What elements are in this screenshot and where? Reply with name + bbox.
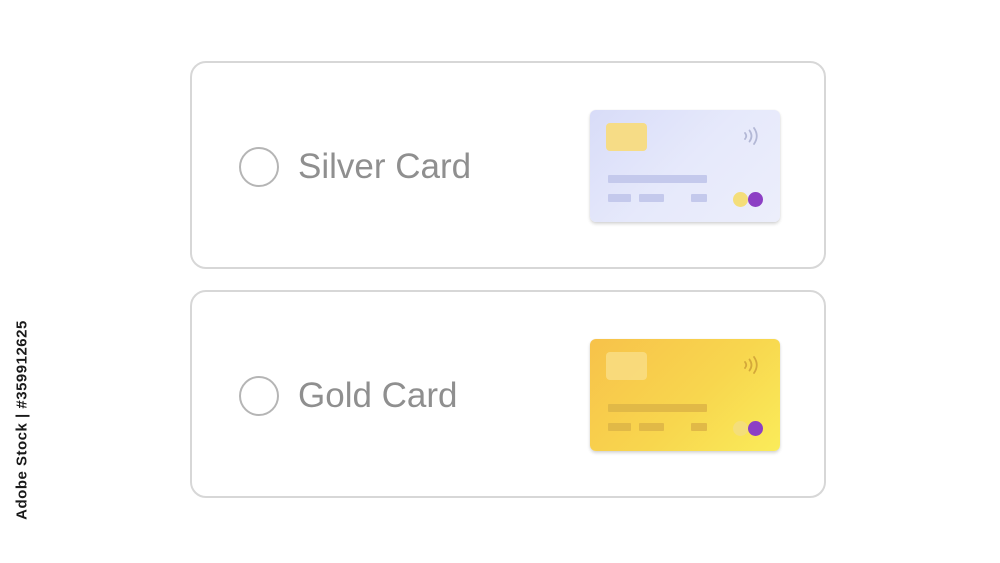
card-detail-bar <box>608 423 631 431</box>
card-network-logo-icon <box>748 192 763 207</box>
card-number-bar <box>608 175 707 183</box>
card-detail-bar <box>639 194 664 202</box>
contactless-icon <box>744 127 758 145</box>
card-detail-bar <box>639 423 664 431</box>
silver-card-label: Silver Card <box>298 147 472 186</box>
gold-card-image <box>590 339 780 451</box>
card-detail-bar <box>691 423 707 431</box>
gold-card-radio[interactable] <box>239 376 279 416</box>
silver-card-image <box>590 110 780 222</box>
contactless-icon <box>744 356 758 374</box>
chip-icon <box>606 123 647 151</box>
stock-watermark-id: Adobe Stock | #359912625 <box>2 320 42 520</box>
silver-card-radio[interactable] <box>239 147 279 187</box>
card-network-logo-icon <box>748 421 763 436</box>
card-network-logo-icon <box>733 421 748 436</box>
card-number-bar <box>608 404 707 412</box>
gold-card-label: Gold Card <box>298 376 458 415</box>
chip-icon <box>606 352 647 380</box>
option-silver-card[interactable]: Silver Card <box>190 61 826 269</box>
card-detail-bar <box>608 194 631 202</box>
card-detail-bar <box>691 194 707 202</box>
card-network-logo-icon <box>733 192 748 207</box>
stock-id-text: Adobe Stock | #359912625 <box>13 320 31 520</box>
option-gold-card[interactable]: Gold Card <box>190 290 826 498</box>
